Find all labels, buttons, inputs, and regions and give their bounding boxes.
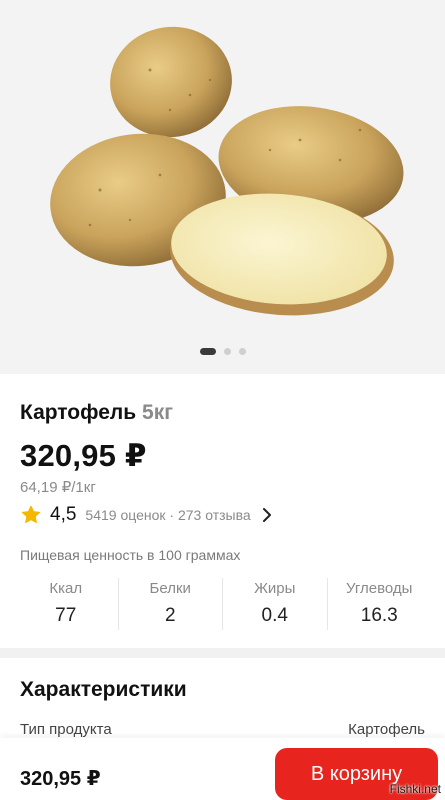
gallery-dot[interactable] <box>223 348 231 355</box>
rating-value: 4,5 <box>50 504 77 525</box>
bottom-price: 320,95 ₽ <box>20 768 101 790</box>
spec-value: Картофель <box>348 721 425 738</box>
gallery-dot[interactable] <box>238 348 246 355</box>
nutrition-label: Белки <box>149 580 191 597</box>
product-name: Картофель <box>20 401 137 424</box>
gallery-pagination <box>0 348 445 355</box>
gallery-dot-active[interactable] <box>199 348 216 355</box>
unit-price: 64,19 ₽/1кг <box>20 479 96 496</box>
specs-section: Характеристики Тип продукта Картофель <box>0 658 445 738</box>
chevron-right-icon <box>262 508 271 522</box>
nutrition-label: Ккал <box>49 580 83 597</box>
section-divider <box>0 648 445 658</box>
nutrition-value: 16.3 <box>360 605 398 626</box>
product-weight: 5кг <box>142 401 173 424</box>
product-image-gallery[interactable] <box>0 0 445 374</box>
nutrition-table: Ккал 77 Белки 2 Жиры 0.4 Углеводы 16.3 <box>14 578 431 630</box>
spec-key: Тип продукта <box>20 721 112 738</box>
star-icon <box>21 505 41 524</box>
bottom-bar: 320,95 ₽ В корзину Fishki.net <box>0 738 445 800</box>
nutrition-title: Пищевая ценность в 100 граммах <box>20 547 241 563</box>
specs-title: Характеристики <box>20 678 187 701</box>
rating-row[interactable]: 4,5 5419 оценок · 273 отзыва <box>20 502 273 528</box>
nutrition-label: Жиры <box>254 580 296 597</box>
product-info: Картофель 5кг 320,95 ₽ 64,19 ₽/1кг 4,5 5… <box>0 374 445 648</box>
nutrition-value: 77 <box>55 605 77 626</box>
nutrition-value: 0.4 <box>261 605 288 626</box>
product-price: 320,95 ₽ <box>20 438 147 473</box>
nutrition-fat: Жиры 0.4 <box>223 578 328 630</box>
nutrition-label: Углеводы <box>346 580 413 597</box>
nutrition-protein: Белки 2 <box>119 578 223 630</box>
spec-row: Тип продукта Картофель <box>20 721 425 738</box>
nutrition-kcal: Ккал 77 <box>14 578 119 630</box>
potato-image <box>50 26 404 316</box>
product-title: Картофель 5кг <box>20 401 173 425</box>
nutrition-value: 2 <box>164 605 176 626</box>
nutrition-carbs: Углеводы 16.3 <box>328 578 432 630</box>
watermark: Fishki.net <box>389 782 441 796</box>
rating-meta: 5419 оценок · 273 отзыва <box>85 507 251 523</box>
